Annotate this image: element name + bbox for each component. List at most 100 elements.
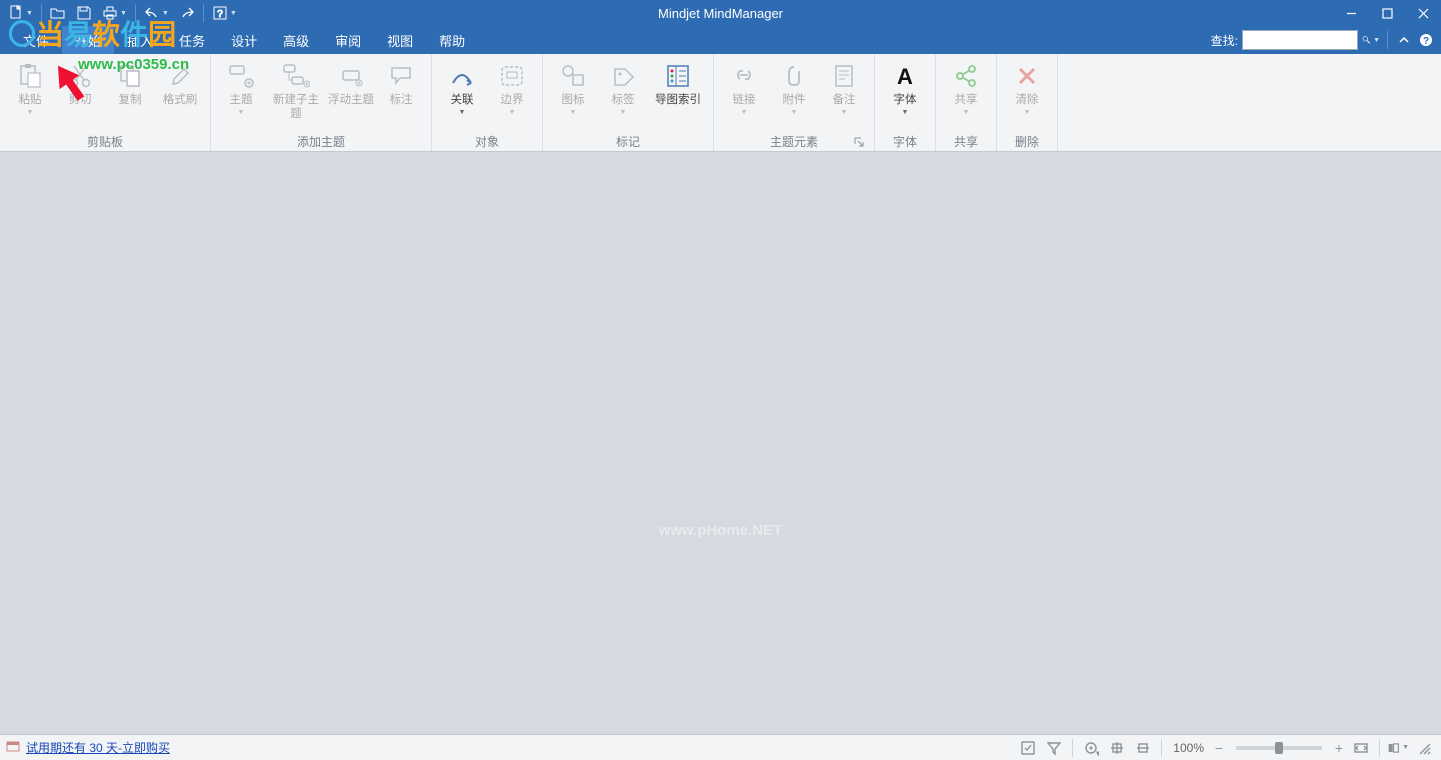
group-label-topic-elements: 主题元素 [720, 131, 868, 151]
collapse-ribbon-button[interactable] [1395, 30, 1413, 50]
attachment-button[interactable]: 附件 ▼ [770, 58, 818, 131]
sb-view-button[interactable]: ▼ [1387, 737, 1409, 759]
qat-save[interactable] [72, 0, 96, 26]
sb-filter-button[interactable] [1043, 737, 1065, 759]
relationship-button[interactable]: 关联 ▼ [438, 58, 486, 131]
font-label: 字体 [894, 93, 917, 107]
menu-review[interactable]: 审阅 [322, 26, 374, 54]
sb-expand-button[interactable] [1106, 737, 1128, 759]
floating-topic-button[interactable]: 浮动主题 [327, 58, 375, 131]
topic-icon [225, 62, 257, 90]
qat-redo[interactable] [175, 0, 199, 26]
font-button[interactable]: A 字体 ▼ [881, 58, 929, 131]
clear-button[interactable]: 清除 ▼ [1003, 58, 1051, 131]
menu-help[interactable]: 帮助 [426, 26, 478, 54]
ribbon-group-markers: 图标 ▼ 标签 ▼ 导图索引 标记 [543, 54, 714, 151]
cut-label: 剪切 [69, 93, 92, 107]
ribbon-group-topic-elements: 链接 ▼ 附件 ▼ 备注 ▼ 主题元素 [714, 54, 875, 151]
svg-text:?: ? [217, 9, 223, 20]
callout-label: 标注 [390, 93, 413, 107]
icons-button[interactable]: 图标 ▼ [549, 58, 597, 131]
group-label-markers: 标记 [549, 131, 707, 151]
cut-icon [64, 62, 96, 90]
search-input[interactable] [1242, 30, 1358, 50]
floating-label: 浮动主题 [328, 93, 374, 107]
mapindex-icon [662, 62, 694, 90]
center-watermark: www.pHome.NET [659, 522, 783, 539]
search-options-button[interactable]: ▼ [1362, 30, 1380, 50]
format-painter-label: 格式刷 [163, 93, 198, 107]
format-painter-button[interactable]: 格式刷 [156, 58, 204, 131]
clear-label: 清除 [1016, 93, 1039, 107]
subtopic-label: 新建子主题 [268, 93, 324, 121]
callout-button[interactable]: 标注 [377, 58, 425, 131]
ribbon: 粘贴 ▼ 剪切 复制 格式刷 剪贴板 主题 ▼ [0, 54, 1441, 152]
status-bar: 试用期还有 30 天-立即购买 ▼ 100% − + ▼ [0, 734, 1441, 760]
cut-button[interactable]: 剪切 [56, 58, 104, 131]
icons-label: 图标 [562, 93, 585, 107]
notes-label: 备注 [833, 93, 856, 107]
qat-undo[interactable]: ▼ [140, 0, 173, 26]
share-label: 共享 [955, 93, 978, 107]
qat-help[interactable]: ?▼ [208, 0, 241, 26]
qat-new[interactable]: ▼ [4, 0, 37, 26]
boundary-label: 边界 [501, 93, 524, 107]
sb-zoom-target-button[interactable]: ▼ [1080, 737, 1102, 759]
ribbon-group-delete: 清除 ▼ 删除 [997, 54, 1058, 151]
sb-resize-grip[interactable] [1413, 737, 1435, 759]
title-bar: ▼ ▼ ▼ ?▼ Mindjet MindManager [0, 0, 1441, 26]
menu-insert[interactable]: 插入 [114, 26, 166, 54]
tags-button[interactable]: 标签 ▼ [599, 58, 647, 131]
qat-print[interactable]: ▼ [98, 0, 131, 26]
qat-open[interactable] [46, 0, 70, 26]
floating-icon [335, 62, 367, 90]
tag-icon [607, 62, 639, 90]
sb-tasks-button[interactable] [1017, 737, 1039, 759]
notes-icon [828, 62, 860, 90]
link-button[interactable]: 链接 ▼ [720, 58, 768, 131]
trial-link[interactable]: 试用期还有 30 天-立即购买 [26, 739, 170, 756]
maximize-button[interactable] [1369, 0, 1405, 26]
copy-button[interactable]: 复制 [106, 58, 154, 131]
attachment-label: 附件 [783, 93, 806, 107]
menu-advanced[interactable]: 高级 [270, 26, 322, 54]
ribbon-group-object: 关联 ▼ 边界 ▼ 对象 [432, 54, 543, 151]
notes-button[interactable]: 备注 ▼ [820, 58, 868, 131]
tags-label: 标签 [612, 93, 635, 107]
subtopic-button[interactable]: 新建子主题 [267, 58, 325, 131]
paste-button[interactable]: 粘贴 ▼ [6, 58, 54, 131]
ribbon-group-font: A 字体 ▼ 字体 [875, 54, 936, 151]
zoom-in-button[interactable]: + [1332, 740, 1346, 756]
zoom-out-button[interactable]: − [1212, 740, 1226, 756]
trial-icon [6, 739, 20, 756]
ribbon-group-add-topic: 主题 ▼ 新建子主题 浮动主题 标注 添加主题 [211, 54, 432, 151]
help-button[interactable]: ? [1417, 30, 1435, 50]
menu-file[interactable]: 文件 [10, 26, 62, 54]
sb-collapse-button[interactable] [1132, 737, 1154, 759]
copy-icon [114, 62, 146, 90]
topic-button[interactable]: 主题 ▼ [217, 58, 265, 131]
close-button[interactable] [1405, 0, 1441, 26]
zoom-slider[interactable] [1236, 746, 1322, 750]
canvas-area[interactable]: www.pHome.NET [0, 152, 1441, 734]
group-label-add-topic: 添加主题 [217, 131, 425, 151]
zoom-percent[interactable]: 100% [1169, 741, 1208, 755]
share-button[interactable]: 共享 ▼ [942, 58, 990, 131]
sb-fit-button[interactable] [1350, 737, 1372, 759]
menu-design[interactable]: 设计 [218, 26, 270, 54]
dialog-launcher[interactable] [854, 137, 866, 149]
group-label-clipboard: 剪贴板 [6, 131, 204, 151]
menu-view[interactable]: 视图 [374, 26, 426, 54]
svg-text:?: ? [1423, 36, 1429, 47]
menu-task[interactable]: 任务 [166, 26, 218, 54]
map-index-label: 导图索引 [655, 93, 701, 107]
icons-icon [557, 62, 589, 90]
svg-text:▼: ▼ [1096, 751, 1099, 756]
minimize-button[interactable] [1333, 0, 1369, 26]
group-label-font: 字体 [881, 131, 929, 151]
menu-home[interactable]: 开始 [62, 26, 114, 54]
share-icon [950, 62, 982, 90]
map-index-button[interactable]: 导图索引 [649, 58, 707, 131]
boundary-button[interactable]: 边界 ▼ [488, 58, 536, 131]
link-label: 链接 [733, 93, 756, 107]
